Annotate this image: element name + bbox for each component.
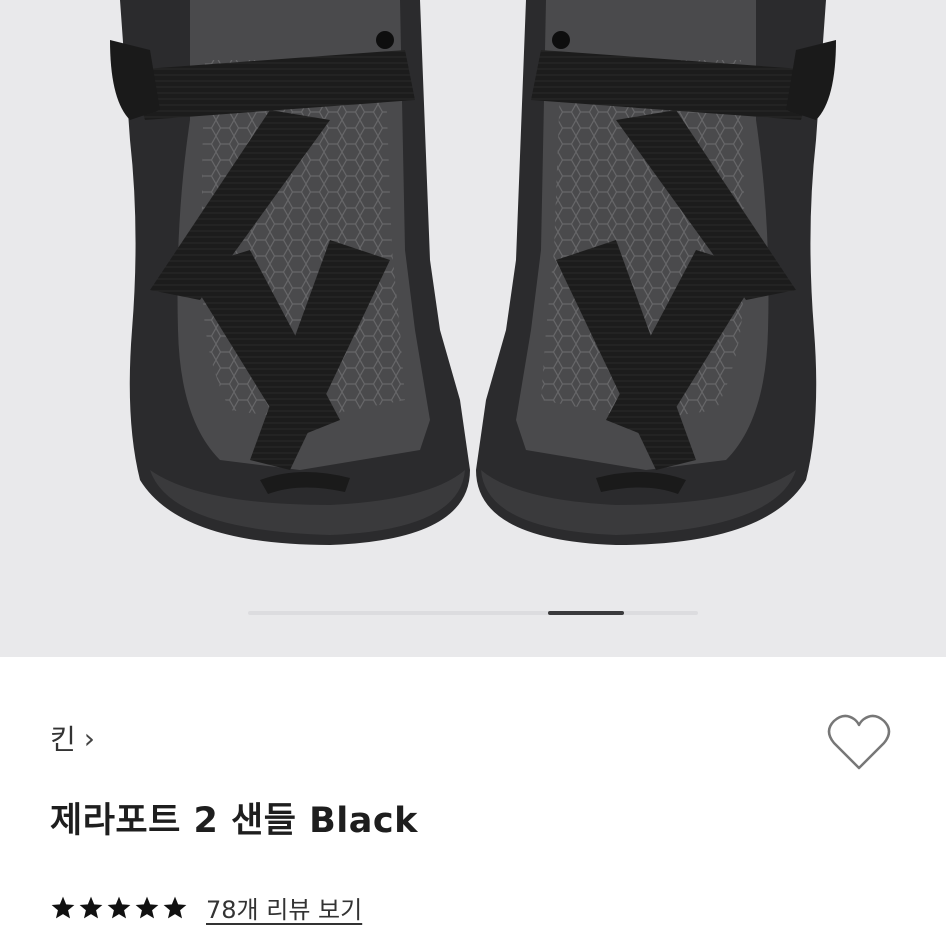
right-sandal [476, 0, 836, 545]
star-icon [135, 896, 159, 918]
star-icon [79, 896, 103, 918]
gallery-pager-indicator [548, 611, 624, 615]
chevron-right-icon: › [83, 721, 95, 755]
brand-name: 킨 [50, 723, 76, 756]
product-image [110, 0, 836, 545]
product-image-gallery[interactable] [0, 0, 946, 657]
left-sandal [110, 0, 470, 545]
wishlist-button[interactable] [826, 713, 892, 773]
star-icon [51, 896, 75, 918]
gallery-pager-track [248, 611, 698, 615]
brand-link[interactable]: 킨 › [50, 718, 95, 758]
reviews-link[interactable]: 78개 리뷰 보기 [206, 890, 362, 925]
star-icon [107, 896, 131, 918]
rating-row: 78개 리뷰 보기 [50, 890, 362, 925]
rating-stars [50, 895, 188, 921]
product-title: 제라포트 2 샌들 Black [50, 801, 418, 841]
star-icon [163, 896, 187, 918]
heart-outline-icon [827, 714, 891, 770]
